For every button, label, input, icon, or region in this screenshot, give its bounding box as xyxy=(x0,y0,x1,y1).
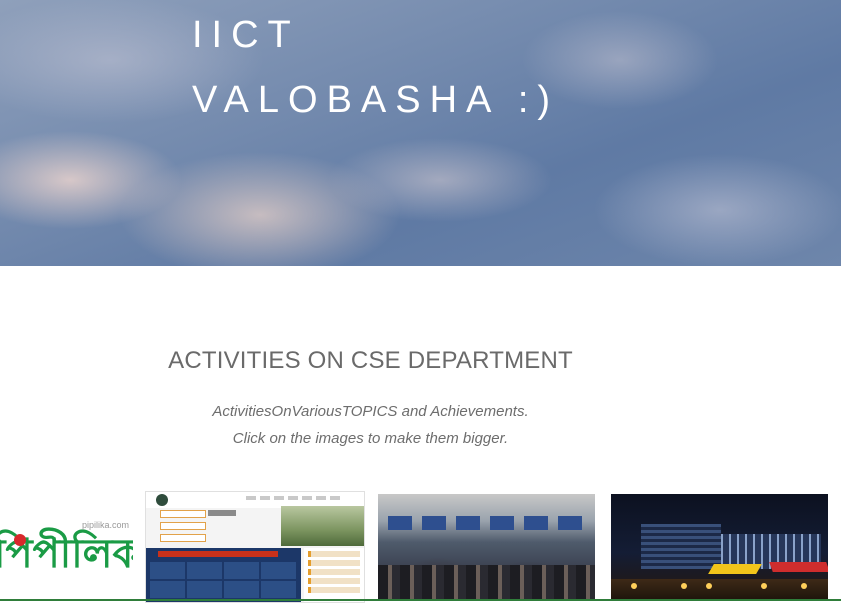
pipilika-logo-text: পিপীলিকা xyxy=(0,531,133,577)
section-instructions: Click on the images to make them bigger. xyxy=(232,430,509,447)
gallery-image-pipilika-logo[interactable]: পিপীলিকা pipilika.com xyxy=(0,520,133,580)
screenshot-rightlist xyxy=(304,548,364,602)
site-title-line2[interactable]: VALOBASHA :) xyxy=(192,81,559,119)
gallery-image-computer-lab[interactable] xyxy=(378,494,595,601)
gallery-image-website-screenshot[interactable] xyxy=(145,491,365,603)
screenshot-sidebar xyxy=(160,510,206,546)
campus-building xyxy=(641,524,721,569)
logo-domain-text: pipilika.com xyxy=(81,520,129,530)
screenshot-button xyxy=(208,510,236,516)
logo-red-dot xyxy=(14,534,26,546)
red-structure xyxy=(769,562,828,572)
screenshot-nav xyxy=(246,496,340,500)
screenshot-photo xyxy=(281,506,364,546)
lab-screens xyxy=(388,516,582,530)
hero-header: IICT VALOBASHA :) xyxy=(0,0,841,266)
section-heading: ACTIVITIES ON CSE DEPARTMENT xyxy=(168,347,573,374)
gallery-image-night-campus[interactable] xyxy=(611,494,828,601)
screenshot-panel xyxy=(146,548,301,602)
lab-people xyxy=(378,565,595,601)
yellow-structure xyxy=(708,564,762,574)
university-seal-icon xyxy=(156,494,168,506)
section-subtitle: ActivitiesOnVariousTOPICS and Achievemen… xyxy=(212,403,529,420)
campus-ground xyxy=(611,579,828,601)
site-title-line1[interactable]: IICT xyxy=(192,16,300,54)
